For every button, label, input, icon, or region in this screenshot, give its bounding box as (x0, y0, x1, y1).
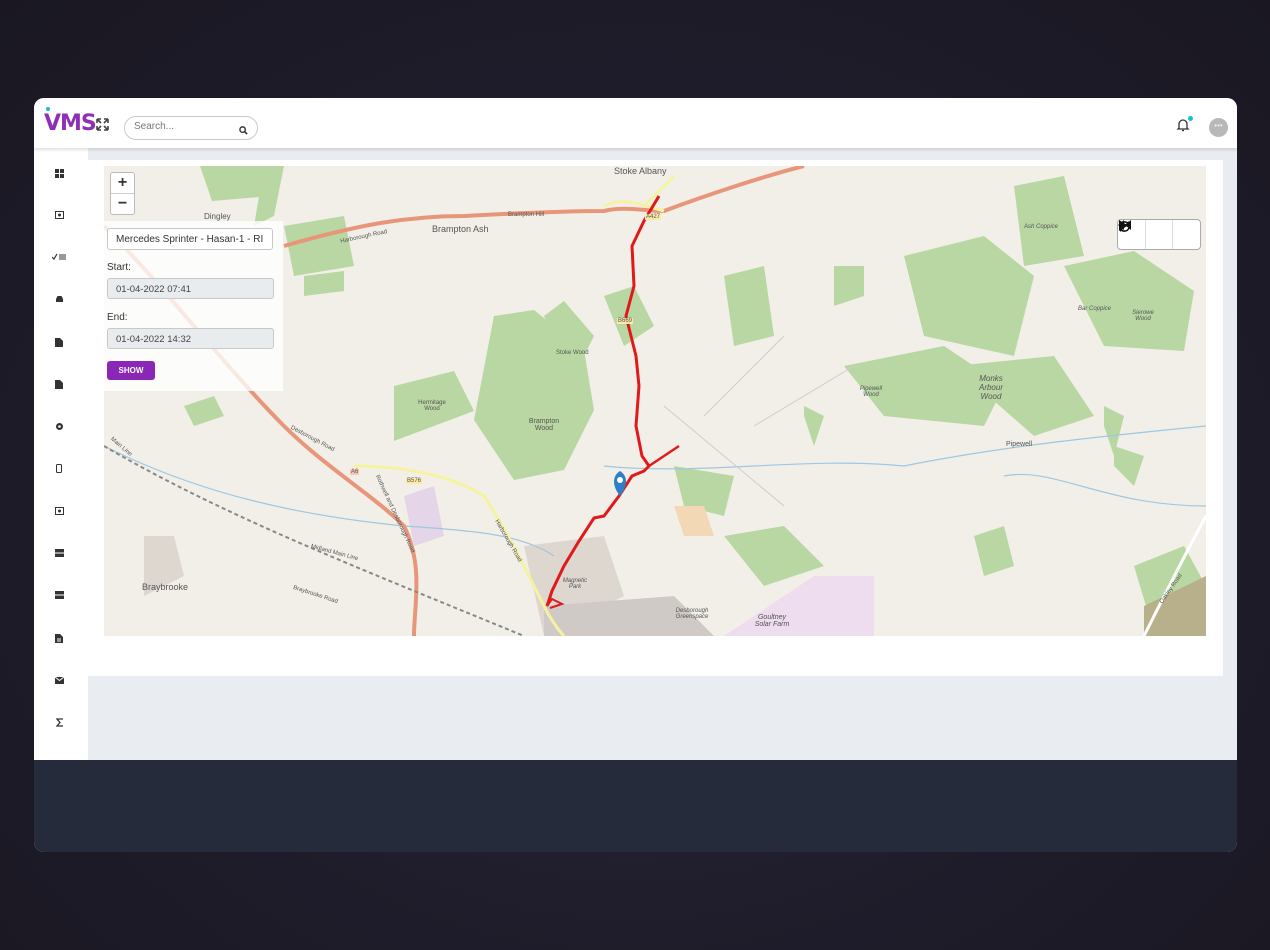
place-label: Pipewell Wood (859, 386, 883, 398)
sigma-icon[interactable] (52, 715, 66, 729)
playback-controls (1117, 219, 1201, 250)
place-label: Hermitage Wood (418, 400, 446, 412)
footer (34, 760, 1237, 852)
top-bar: VMS ••• (34, 98, 1237, 148)
zoom-in-button[interactable]: + (111, 173, 134, 193)
money-icon[interactable] (52, 504, 66, 518)
place-label: Braybrooke (142, 582, 189, 592)
server-icon[interactable] (52, 546, 66, 560)
place-label: Desborough Greenspace (675, 608, 709, 620)
gear-icon[interactable] (52, 419, 66, 433)
sidebar (34, 148, 88, 760)
vehicle-marker[interactable] (614, 471, 626, 496)
bell-icon[interactable] (1176, 116, 1193, 137)
storage-icon[interactable] (52, 588, 66, 602)
route-filter-panel: Mercedes Sprinter - Hasan-1 - RI Start: … (104, 221, 283, 391)
road-label: Brampton Hill (508, 212, 545, 218)
place-label: Stoke Albany (614, 166, 667, 176)
search-input[interactable] (132, 120, 236, 133)
monitor-icon[interactable] (52, 208, 66, 222)
file-icon[interactable] (52, 377, 66, 391)
refresh-icon[interactable] (1119, 220, 1200, 249)
end-date-field[interactable]: 01-04-2022 14:32 (107, 328, 274, 349)
app-window: VMS ••• (34, 98, 1237, 852)
place-label: Sierowe Wood (1132, 310, 1154, 322)
zoom-control: + − (110, 172, 135, 215)
search-box (124, 116, 258, 140)
start-date-field[interactable]: 01-04-2022 07:41 (107, 278, 274, 299)
road-label: A427 (645, 214, 662, 220)
avatar[interactable]: ••• (1209, 118, 1228, 137)
place-label: Brampton Ash (432, 224, 489, 234)
solar-farm-area (724, 576, 874, 636)
place-label: Brampton Wood (528, 418, 560, 432)
app-logo[interactable]: VMS (44, 107, 97, 136)
road-label: B576 (406, 478, 423, 484)
content-card: Stoke Albany Dingley Brampton Ash Harbor… (88, 160, 1223, 676)
place-label: Monks Arbour Wood (978, 374, 1003, 401)
document-icon[interactable] (52, 335, 66, 349)
show-button[interactable]: SHOW (107, 361, 155, 380)
report-icon[interactable] (52, 631, 66, 645)
map-view[interactable]: Stoke Albany Dingley Brampton Ash Harbor… (104, 166, 1206, 636)
place-label: Magnetic Park (562, 578, 588, 590)
mail-icon[interactable] (52, 673, 66, 687)
car-icon[interactable] (52, 292, 66, 306)
place-label: Bar Coppice (1078, 306, 1112, 312)
road-label: B669 (617, 318, 634, 324)
place-label: Ash Coppice (1024, 224, 1059, 230)
mobile-icon[interactable] (52, 461, 66, 475)
road-label: A6 (350, 469, 360, 475)
place-label: Stoke Wood (556, 350, 589, 356)
place-label: Goultney Solar Farm (754, 614, 790, 628)
place-label: Pipewell (1006, 441, 1033, 448)
rewind-icon[interactable] (1118, 220, 1173, 249)
fullscreen-icon[interactable] (96, 118, 109, 134)
zoom-out-button[interactable]: − (111, 193, 134, 214)
search-icon[interactable] (239, 122, 248, 140)
dashboard-icon[interactable] (52, 166, 66, 180)
notification-dot (1188, 116, 1193, 121)
place-label: Dingley (204, 212, 231, 221)
start-label: Start: (107, 262, 131, 273)
checklist-icon[interactable] (52, 250, 66, 264)
end-label: End: (107, 312, 128, 323)
vehicle-select[interactable]: Mercedes Sprinter - Hasan-1 - RI (107, 228, 273, 250)
